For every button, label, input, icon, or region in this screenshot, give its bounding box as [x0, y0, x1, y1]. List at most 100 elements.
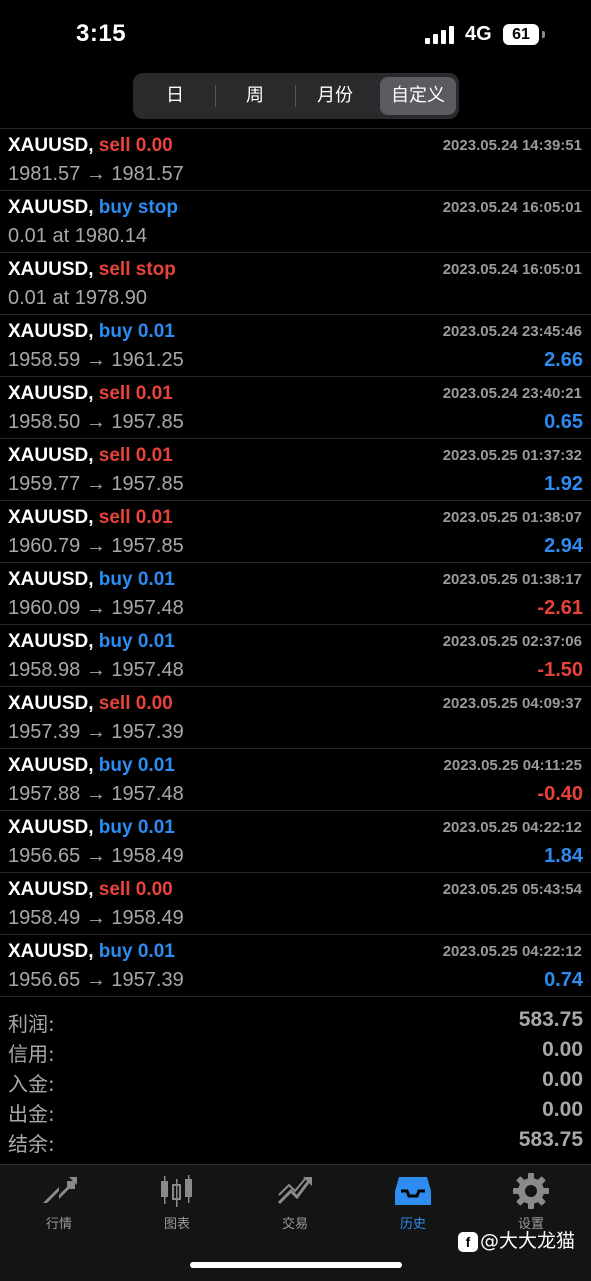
- deal-row[interactable]: XAUUSD, buy 0.01 2023.05.24 23:45:46 1958.…: [0, 315, 591, 377]
- status-bar: 3:15 4G 61: [0, 0, 591, 70]
- deal-symbol: XAUUSD,: [8, 755, 94, 776]
- deal-profit: 2.94: [544, 535, 583, 557]
- deal-symbol: XAUUSD,: [8, 693, 94, 714]
- tab-month[interactable]: 月份: [297, 77, 373, 115]
- tab-custom[interactable]: 自定义: [380, 77, 456, 115]
- deal-title: XAUUSD, buy 0.01: [8, 817, 175, 839]
- deal-prices: 1956.65 → 1957.39: [8, 969, 184, 991]
- deal-prices: 1957.88 → 1957.48: [8, 783, 184, 805]
- deal-prices: 1958.50 → 1957.85: [8, 411, 184, 433]
- deal-row[interactable]: XAUUSD, sell 0.01 2023.05.25 01:37:32 1959…: [0, 439, 591, 501]
- deal-profit: 1.84: [544, 845, 583, 867]
- deal-row[interactable]: XAUUSD, buy 0.01 2023.05.25 04:11:25 1957.…: [0, 749, 591, 811]
- deal-row[interactable]: XAUUSD, sell 0.00 2023.05.24 14:39:51 1981…: [0, 128, 591, 191]
- deal-prices: 1981.57 → 1981.57: [8, 163, 184, 185]
- deal-symbol: XAUUSD,: [8, 135, 94, 156]
- deal-prices: 1958.59 → 1961.25: [8, 349, 184, 371]
- deal-title: XAUUSD, sell 0.01: [8, 383, 173, 405]
- chart-icon: [161, 1175, 192, 1207]
- deal-profit: -0.40: [537, 783, 583, 805]
- deal-symbol: XAUUSD,: [8, 879, 94, 900]
- trade-icon: [277, 1177, 312, 1205]
- deal-datetime: 2023.05.25 01:38:17: [442, 571, 582, 588]
- deal-datetime: 2023.05.24 16:05:01: [442, 261, 582, 278]
- tab-week[interactable]: 周: [217, 77, 293, 115]
- deal-prices: 1957.39 → 1957.39: [8, 721, 184, 743]
- deal-prices: 0.01 at 1978.90: [8, 287, 148, 309]
- deal-datetime: 2023.05.25 02:37:06: [442, 633, 582, 650]
- summary-value: 583.75: [518, 1008, 583, 1031]
- history-icon: [395, 1177, 431, 1205]
- summary-value: 583.75: [518, 1128, 583, 1151]
- deal-datetime: 2023.05.24 23:45:46: [442, 323, 582, 340]
- status-time: 3:15: [76, 20, 127, 47]
- battery-tip: [542, 31, 545, 38]
- deal-row[interactable]: XAUUSD, buy stop 2023.05.24 16:05:01 0.01 …: [0, 191, 591, 253]
- deal-title: XAUUSD, buy stop: [8, 197, 178, 219]
- deal-symbol: XAUUSD,: [8, 445, 94, 466]
- deal-datetime: 2023.05.24 23:40:21: [442, 385, 582, 402]
- summary-label: 利润:: [8, 1012, 55, 1036]
- deal-prices: 1960.79 → 1957.85: [8, 535, 184, 557]
- deal-title: XAUUSD, sell 0.01: [8, 445, 173, 467]
- tab-settings[interactable]: 设置: [472, 1173, 590, 1232]
- deal-datetime: 2023.05.25 04:22:12: [442, 819, 582, 836]
- deal-symbol: XAUUSD,: [8, 259, 94, 280]
- tab-chart[interactable]: 图表: [118, 1173, 236, 1232]
- deal-action: sell 0.01: [98, 383, 173, 404]
- watermark: f @大大龙猫: [458, 1226, 575, 1253]
- deal-row[interactable]: XAUUSD, buy 0.01 2023.05.25 04:22:12 1956.…: [0, 935, 591, 997]
- home-indicator[interactable]: [190, 1262, 402, 1268]
- signal-icon: [425, 26, 457, 44]
- deal-list: XAUUSD, sell 0.00 2023.05.24 14:39:51 1981…: [0, 128, 591, 997]
- deal-profit: -2.61: [537, 597, 583, 619]
- summary-label: 信用:: [8, 1042, 55, 1066]
- deal-title: XAUUSD, sell stop: [8, 259, 176, 281]
- deal-action: buy 0.01: [98, 631, 175, 652]
- deal-row[interactable]: XAUUSD, buy 0.01 2023.05.25 04:22:12 1956.…: [0, 811, 591, 873]
- deal-title: XAUUSD, sell 0.00: [8, 879, 173, 901]
- deal-title: XAUUSD, buy 0.01: [8, 941, 175, 963]
- deal-row[interactable]: XAUUSD, sell 0.01 2023.05.25 01:38:07 1960…: [0, 501, 591, 563]
- deal-datetime: 2023.05.24 14:39:51: [442, 137, 582, 154]
- deal-row[interactable]: XAUUSD, buy 0.01 2023.05.25 02:37:06 1958.…: [0, 625, 591, 687]
- network-type: 4G: [465, 23, 492, 45]
- summary-value: 0.00: [542, 1098, 583, 1121]
- deal-row[interactable]: XAUUSD, sell 0.01 2023.05.24 23:40:21 1958…: [0, 377, 591, 439]
- tab-quotes[interactable]: 行情: [0, 1173, 118, 1232]
- deal-action: buy 0.01: [98, 817, 175, 838]
- deal-symbol: XAUUSD,: [8, 941, 94, 962]
- deal-action: buy 0.01: [98, 755, 175, 776]
- watermark-logo-icon: f: [458, 1231, 478, 1252]
- deal-symbol: XAUUSD,: [8, 383, 94, 404]
- tab-day[interactable]: 日: [137, 77, 213, 115]
- deal-symbol: XAUUSD,: [8, 197, 94, 218]
- deal-row[interactable]: XAUUSD, sell 0.00 2023.05.25 04:09:37 1957…: [0, 687, 591, 749]
- quotes-icon: [43, 1177, 77, 1203]
- deal-action: sell 0.00: [98, 693, 173, 714]
- summary-label: 出金:: [8, 1102, 55, 1126]
- deal-title: XAUUSD, sell 0.01: [8, 507, 173, 529]
- deal-action: sell 0.00: [98, 879, 173, 900]
- deal-row[interactable]: XAUUSD, sell stop 2023.05.24 16:05:01 0.01…: [0, 253, 591, 315]
- deal-title: XAUUSD, buy 0.01: [8, 569, 175, 591]
- deal-row[interactable]: XAUUSD, buy 0.01 2023.05.25 01:38:17 1960.…: [0, 563, 591, 625]
- deal-action: buy 0.01: [98, 941, 175, 962]
- watermark-text: @大大龙猫: [480, 1230, 576, 1252]
- summary-row: 出金: 0.00: [0, 1098, 591, 1128]
- deal-title: XAUUSD, buy 0.01: [8, 321, 175, 343]
- summary-value: 0.00: [542, 1068, 583, 1091]
- deal-profit: 2.66: [544, 349, 583, 371]
- tab-trade[interactable]: 交易: [236, 1173, 354, 1232]
- summary-row: 入金: 0.00: [0, 1068, 591, 1098]
- deal-profit: 0.65: [544, 411, 583, 433]
- tab-history[interactable]: 历史: [354, 1173, 472, 1232]
- deal-prices: 1960.09 → 1957.48: [8, 597, 184, 619]
- deal-datetime: 2023.05.25 01:37:32: [442, 447, 582, 464]
- deal-row[interactable]: XAUUSD, sell 0.00 2023.05.25 05:43:54 1958…: [0, 873, 591, 935]
- summary-row: 信用: 0.00: [0, 1038, 591, 1068]
- summary-label: 入金:: [8, 1072, 55, 1096]
- tab-trade-label: 交易: [281, 1217, 308, 1232]
- deal-action: sell 0.00: [98, 135, 173, 156]
- tab-chart-label: 图表: [163, 1217, 190, 1232]
